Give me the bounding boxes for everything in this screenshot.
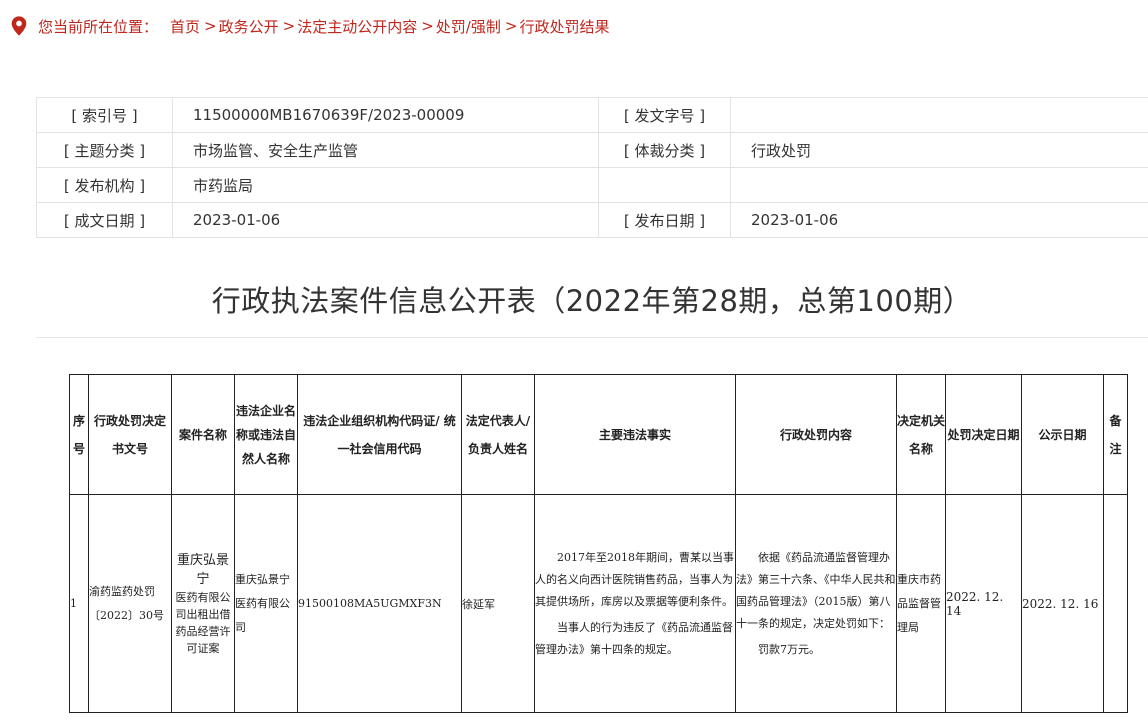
header-facts: 主要违法事实 <box>534 374 736 495</box>
meta-row: [ 发布机构 ] 市药监局 <box>36 167 1148 203</box>
document-meta-table: [ 索引号 ] 11500000MB1670639F/2023-00009 [ … <box>36 97 1148 238</box>
row-seq: 1 <box>69 494 89 713</box>
row-violator: 重庆弘景宁医药有限公司 <box>234 494 298 713</box>
publisher-label: [ 发布机构 ] <box>36 167 173 203</box>
row-case-name: 重庆弘景宁 医药有限公司出租出借药品经营许可证案 <box>171 494 235 713</box>
breadcrumb-lead: 您当前所在位置： <box>38 17 159 36</box>
index-no-label: [ 索引号 ] <box>36 97 173 133</box>
row-remark <box>1103 494 1128 713</box>
breadcrumb-penalty-link[interactable]: 处罚/强制 <box>436 16 501 37</box>
created-date-value: 2023-01-06 <box>172 202 599 238</box>
breadcrumb: 您当前所在位置： 首页 > 政务公开 > 法定主动公开内容 > 处罚/强制 > … <box>8 14 609 38</box>
empty-label-cell <box>598 167 731 203</box>
header-credit-code: 违法企业组织机构代码证/ 统一社会信用代码 <box>297 374 462 495</box>
breadcrumb-home-link[interactable]: 首页 <box>170 16 200 37</box>
header-penalty: 行政处罚内容 <box>735 374 897 495</box>
header-case-name: 案件名称 <box>171 374 235 495</box>
empty-value-cell <box>730 167 1148 203</box>
case-table-header-row: 序号 行政处罚决定书文号 案件名称 违法企业名称或违法自然人名称 违法企业组织机… <box>69 374 1128 495</box>
header-legal-rep: 法定代表人/负责人姓名 <box>461 374 535 495</box>
page-title: 行政执法案件信息公开表（2022年第28期，总第100期） <box>211 284 973 318</box>
breadcrumb-separator: > <box>504 17 518 35</box>
topic-value: 市场监管、安全生产监管 <box>172 132 599 168</box>
header-authority: 决定机关名称 <box>896 374 946 495</box>
genre-label: [ 体裁分类 ] <box>598 132 731 168</box>
row-penalty: 依据《药品流通监督管理办法》第三十六条、《中华人民共和国药品管理法》（2015版… <box>735 494 897 713</box>
breadcrumb-result-link[interactable]: 行政处罚结果 <box>519 16 609 37</box>
row-legal-rep: 徐延军 <box>461 494 535 713</box>
facts-paragraph: 2017年至2018年期间，曹某以当事人的名义向西计医院销售药品，当事人为其提供… <box>535 550 734 608</box>
row-decision-no: 渝药监药处罚〔2022〕30号 <box>88 494 172 713</box>
topic-label: [ 主题分类 ] <box>36 132 173 168</box>
case-name-company: 重庆弘景宁 <box>176 552 229 587</box>
header-decision-no: 行政处罚决定书文号 <box>88 374 172 495</box>
doc-no-value <box>730 97 1148 133</box>
breadcrumb-separator: > <box>421 17 434 35</box>
meta-row: [ 索引号 ] 11500000MB1670639F/2023-00009 [ … <box>36 97 1148 133</box>
case-name-detail: 医药有限公司出租出借药品经营许可证案 <box>175 590 231 655</box>
index-no-value: 11500000MB1670639F/2023-00009 <box>172 97 599 133</box>
header-decision-date: 处罚决定日期 <box>945 374 1022 495</box>
header-remark: 备注 <box>1103 374 1128 495</box>
published-date-label: [ 发布日期 ] <box>598 202 731 238</box>
row-authority: 重庆市药品监督管理局 <box>896 494 946 713</box>
breadcrumb-separator: > <box>282 17 296 35</box>
publisher-value: 市药监局 <box>172 167 599 203</box>
case-info-table: 序号 行政处罚决定书文号 案件名称 违法企业名称或违法自然人名称 违法企业组织机… <box>69 374 1128 713</box>
breadcrumb-public-content-link[interactable]: 法定主动公开内容 <box>297 16 417 37</box>
penalty-paragraph: 罚款7万元。 <box>758 642 820 656</box>
created-date-label: [ 成文日期 ] <box>36 202 173 238</box>
row-publish-date: 2022. 12. 16 <box>1021 494 1104 713</box>
table-row: 1 渝药监药处罚〔2022〕30号 重庆弘景宁 医药有限公司出租出借药品经营许可… <box>69 494 1128 713</box>
published-date-value: 2023-01-06 <box>730 202 1148 238</box>
title-divider <box>36 337 1148 338</box>
row-credit-code: 91500108MA5UGMXF3N <box>297 494 462 713</box>
breadcrumb-separator: > <box>204 17 217 35</box>
header-seq: 序号 <box>69 374 89 495</box>
location-pin-icon <box>11 16 27 36</box>
header-publish-date: 公示日期 <box>1021 374 1104 495</box>
row-facts: 2017年至2018年期间，曹某以当事人的名义向西计医院销售药品，当事人为其提供… <box>534 494 736 713</box>
genre-value: 行政处罚 <box>730 132 1148 168</box>
breadcrumb-gov-affairs-link[interactable]: 政务公开 <box>219 16 279 37</box>
facts-paragraph: 当事人的行为违反了《药品流通监督管理办法》第十四条的规定。 <box>535 620 733 656</box>
meta-row: [ 主题分类 ] 市场监管、安全生产监管 [ 体裁分类 ] 行政处罚 <box>36 132 1148 168</box>
penalty-paragraph: 依据《药品流通监督管理办法》第三十六条、《中华人民共和国药品管理法》（2015版… <box>736 550 896 630</box>
row-decision-date: 2022. 12. 14 <box>945 494 1022 713</box>
doc-no-label: [ 发文字号 ] <box>598 97 731 133</box>
meta-row: [ 成文日期 ] 2023-01-06 [ 发布日期 ] 2023-01-06 <box>36 202 1148 238</box>
header-violator: 违法企业名称或违法自然人名称 <box>234 374 298 495</box>
